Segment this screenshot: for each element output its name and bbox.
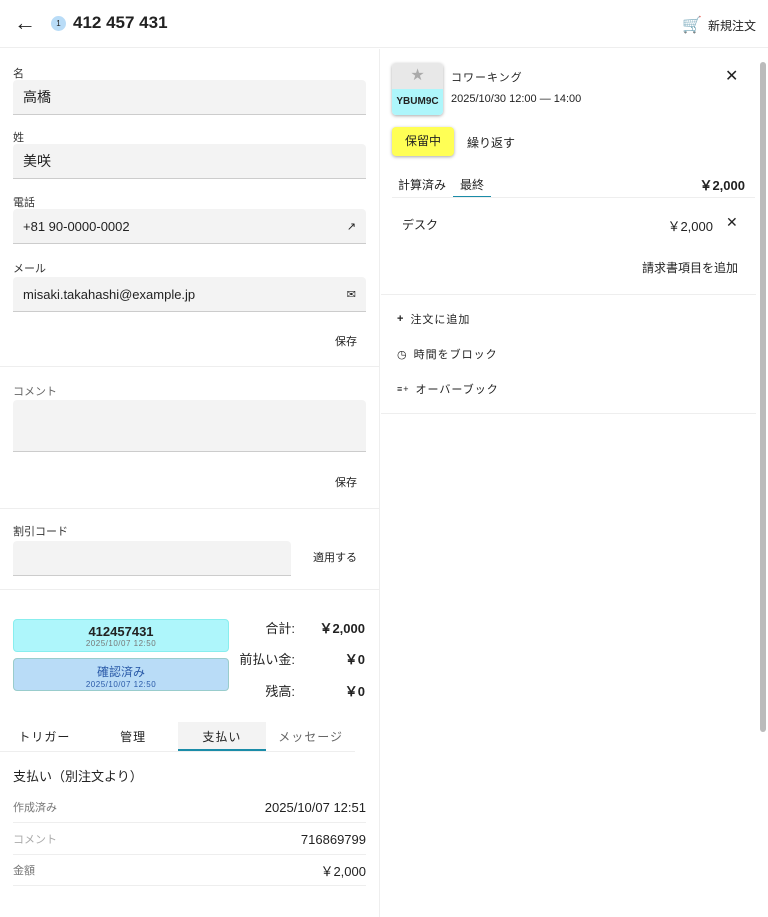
divider (381, 413, 756, 414)
total-label: 合計: (265, 621, 295, 636)
last-name-label: 姓 (13, 132, 24, 144)
booking-time: 2025/10/30 12:00 — 14:00 (451, 93, 582, 105)
divider (0, 589, 380, 590)
row-label: 作成済み (13, 802, 57, 814)
apply-button[interactable]: 適用する (313, 549, 357, 565)
balance-label: 残高: (265, 684, 295, 699)
order-number: 412457431 (88, 624, 154, 639)
phone-value: +81 90-0000-0002 (23, 218, 130, 234)
booking-total: ￥2,000 (699, 178, 745, 193)
prepaid-value: ￥0 (344, 652, 365, 667)
item-name: デスク (402, 218, 439, 232)
pending-status-button[interactable]: 保留中 (392, 127, 454, 156)
order-number-card[interactable]: 412457431 2025/10/07 12:50 (13, 619, 229, 652)
email-value: misaki.takahashi@example.jp (23, 286, 196, 302)
row-value: 2025/10/07 12:51 (264, 799, 366, 815)
count-badge: 1 (51, 16, 66, 31)
email-field[interactable]: misaki.takahashi@example.jp ✉ (13, 277, 366, 312)
action-label: 注文に追加 (410, 314, 471, 326)
payment-row: 作成済み 2025/10/07 12:51 (13, 792, 366, 823)
tab-bar: トリガー 管理 支払い メッセージ (0, 722, 355, 752)
row-label: 金額 (13, 865, 35, 877)
tab-triggers[interactable]: トリガー (0, 722, 89, 751)
first-name-field[interactable]: 高橋 (13, 80, 366, 115)
star-icon: ★ (392, 63, 443, 89)
balance-value: ￥0 (344, 684, 365, 699)
first-name-label: 名 (13, 68, 24, 80)
cart-icon: 🛒 (682, 17, 702, 34)
back-arrow-icon[interactable]: ← (14, 10, 36, 36)
customer-panel: 名 高橋 姓 美咲 電話 +81 90-0000-0002 ↗ メール misak… (0, 49, 380, 917)
save-contact-button[interactable]: 保存 (335, 333, 357, 349)
save-comment-button[interactable]: 保存 (335, 474, 357, 490)
external-link-icon[interactable]: ↗ (347, 220, 356, 233)
remove-item-icon[interactable]: ✕ (726, 214, 738, 231)
tab-final[interactable]: 最終 (453, 176, 491, 198)
payment-row: 金額 ￥2,000 (13, 855, 366, 886)
page-title: 412 457 431 (73, 13, 168, 32)
tab-calculated[interactable]: 計算済み (398, 176, 446, 193)
prepaid-label: 前払い金: (239, 652, 295, 667)
mail-icon[interactable]: ✉ (347, 288, 356, 301)
discount-label: 割引コード (13, 526, 68, 538)
status-card[interactable]: 確認済み 2025/10/07 12:50 (13, 658, 229, 691)
comment-label: コメント (13, 386, 57, 398)
status-date: 2025/10/07 12:50 (85, 680, 157, 689)
last-name-value: 美咲 (23, 153, 51, 169)
payment-row: コメント 716869799 (13, 824, 366, 855)
row-label: コメント (13, 834, 57, 846)
header: ← 1 412 457 431 🛒 新規注文 (0, 0, 768, 48)
repeat-button[interactable]: 繰り返す (467, 134, 515, 151)
tab-payments[interactable]: 支払い (177, 722, 267, 751)
tab-messages[interactable]: メッセージ (266, 722, 355, 751)
first-name-value: 高橋 (23, 89, 51, 105)
payment-title: 支払い（別注文より） (13, 769, 143, 784)
status-label: 確認済み (96, 665, 145, 679)
booking-code: YBUM9C (392, 89, 443, 115)
last-name-field[interactable]: 美咲 (13, 144, 366, 179)
total-value: ￥2,000 (319, 621, 365, 636)
phone-label: 電話 (13, 197, 35, 209)
divider (392, 197, 755, 198)
phone-field[interactable]: +81 90-0000-0002 ↗ (13, 209, 366, 244)
new-order-button[interactable]: 🛒 新規注文 (682, 15, 756, 35)
add-invoice-item-button[interactable]: 請求書項目を追加 (642, 259, 738, 276)
resource-name: コワーキング (451, 72, 523, 84)
row-value: ￥2,000 (320, 863, 366, 879)
order-date: 2025/10/07 12:50 (85, 639, 157, 648)
comment-field[interactable] (13, 400, 366, 452)
scrollbar[interactable] (760, 62, 766, 732)
new-order-label: 新規注文 (707, 18, 756, 33)
list-add-icon: ≡+ (397, 384, 410, 394)
add-to-order-action[interactable]: + 注文に追加 (397, 311, 470, 327)
clock-icon: ◷ (397, 348, 408, 361)
email-label: メール (13, 263, 46, 275)
row-value: 716869799 (300, 831, 366, 847)
divider (381, 294, 756, 295)
close-icon[interactable]: ✕ (725, 66, 738, 86)
action-label: 時間をブロック (413, 349, 498, 361)
item-price: ￥2,000 (667, 219, 713, 234)
tab-management[interactable]: 管理 (89, 722, 178, 751)
overbook-action[interactable]: ≡+ オーバーブック (397, 381, 499, 397)
action-label: オーバーブック (415, 384, 499, 396)
booking-thumbnail[interactable]: ★ YBUM9C (392, 63, 443, 115)
discount-field[interactable] (13, 541, 291, 576)
divider (0, 366, 380, 367)
divider (0, 508, 380, 509)
plus-icon: + (397, 313, 405, 325)
block-time-action[interactable]: ◷ 時間をブロック (397, 346, 498, 362)
